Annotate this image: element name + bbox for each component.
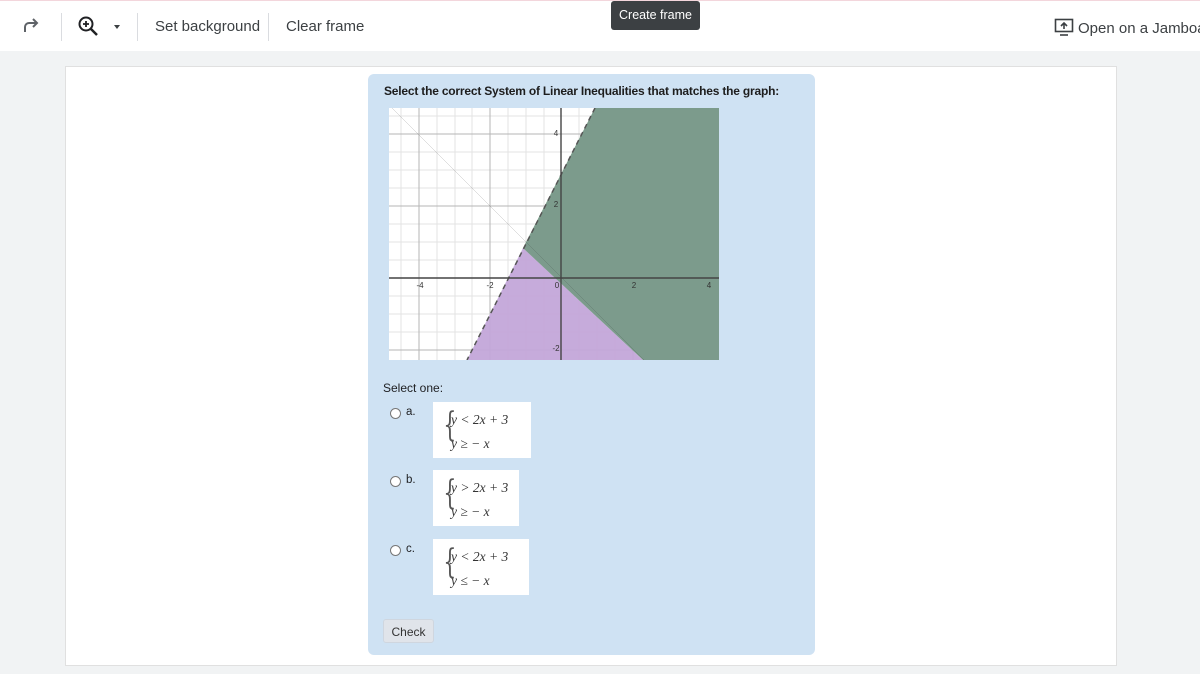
zoom-in-icon[interactable]: [77, 15, 99, 37]
create-frame-tooltip: Create frame: [611, 1, 700, 30]
x-tick-label: -4: [416, 281, 424, 290]
y-tick-label: -2: [552, 344, 560, 353]
option-letter: a.: [406, 406, 416, 418]
y-tick-label: 2: [554, 200, 559, 209]
option-letter: b.: [406, 474, 416, 486]
redo-icon[interactable]: [20, 15, 42, 37]
y-tick-label: 4: [554, 129, 559, 138]
option-math: { y < 2x + 3 y ≤ − x: [433, 539, 529, 595]
open-on-jamboard-label: Open on a Jamboard: [1078, 20, 1200, 37]
inequality-line: y < 2x + 3: [451, 549, 509, 564]
present-upload-icon: [1054, 18, 1074, 36]
inequality-line: y ≥ − x: [451, 504, 490, 519]
x-tick-label: 2: [632, 281, 637, 290]
toolbar-divider: [61, 13, 62, 41]
inequality-line: y ≥ − x: [451, 436, 490, 451]
clear-frame-button[interactable]: Clear frame: [286, 18, 364, 35]
x-tick-label: 0: [555, 281, 560, 290]
x-tick-label: -2: [486, 281, 494, 290]
quiz-card: Select the correct System of Linear Ineq…: [368, 74, 815, 655]
toolbar: Set background Clear frame Create frame …: [0, 0, 1200, 51]
open-on-jamboard-button[interactable]: Open on a Jamboard: [1054, 17, 1200, 37]
inequality-graph: -4 -2 0 2 4 4 2 -2: [389, 108, 719, 360]
inequality-line: y ≤ − x: [451, 573, 490, 588]
radio-button[interactable]: [390, 545, 401, 556]
option-letter: c.: [406, 543, 415, 555]
select-one-label: Select one:: [383, 381, 444, 395]
x-tick-label: 4: [707, 281, 712, 290]
set-background-button[interactable]: Set background: [155, 18, 260, 35]
inequality-line: y < 2x + 3: [451, 412, 509, 427]
radio-button[interactable]: [390, 408, 401, 419]
question-text: Select the correct System of Linear Ineq…: [384, 84, 780, 98]
chevron-down-icon[interactable]: [110, 15, 124, 37]
radio-button[interactable]: [390, 476, 401, 487]
toolbar-divider: [268, 13, 269, 41]
option-math: { y > 2x + 3 y ≥ − x: [433, 470, 519, 526]
inequality-line: y > 2x + 3: [451, 480, 509, 495]
check-button[interactable]: Check: [383, 619, 434, 643]
toolbar-divider: [137, 13, 138, 41]
option-math: { y < 2x + 3 y ≥ − x: [433, 402, 531, 458]
